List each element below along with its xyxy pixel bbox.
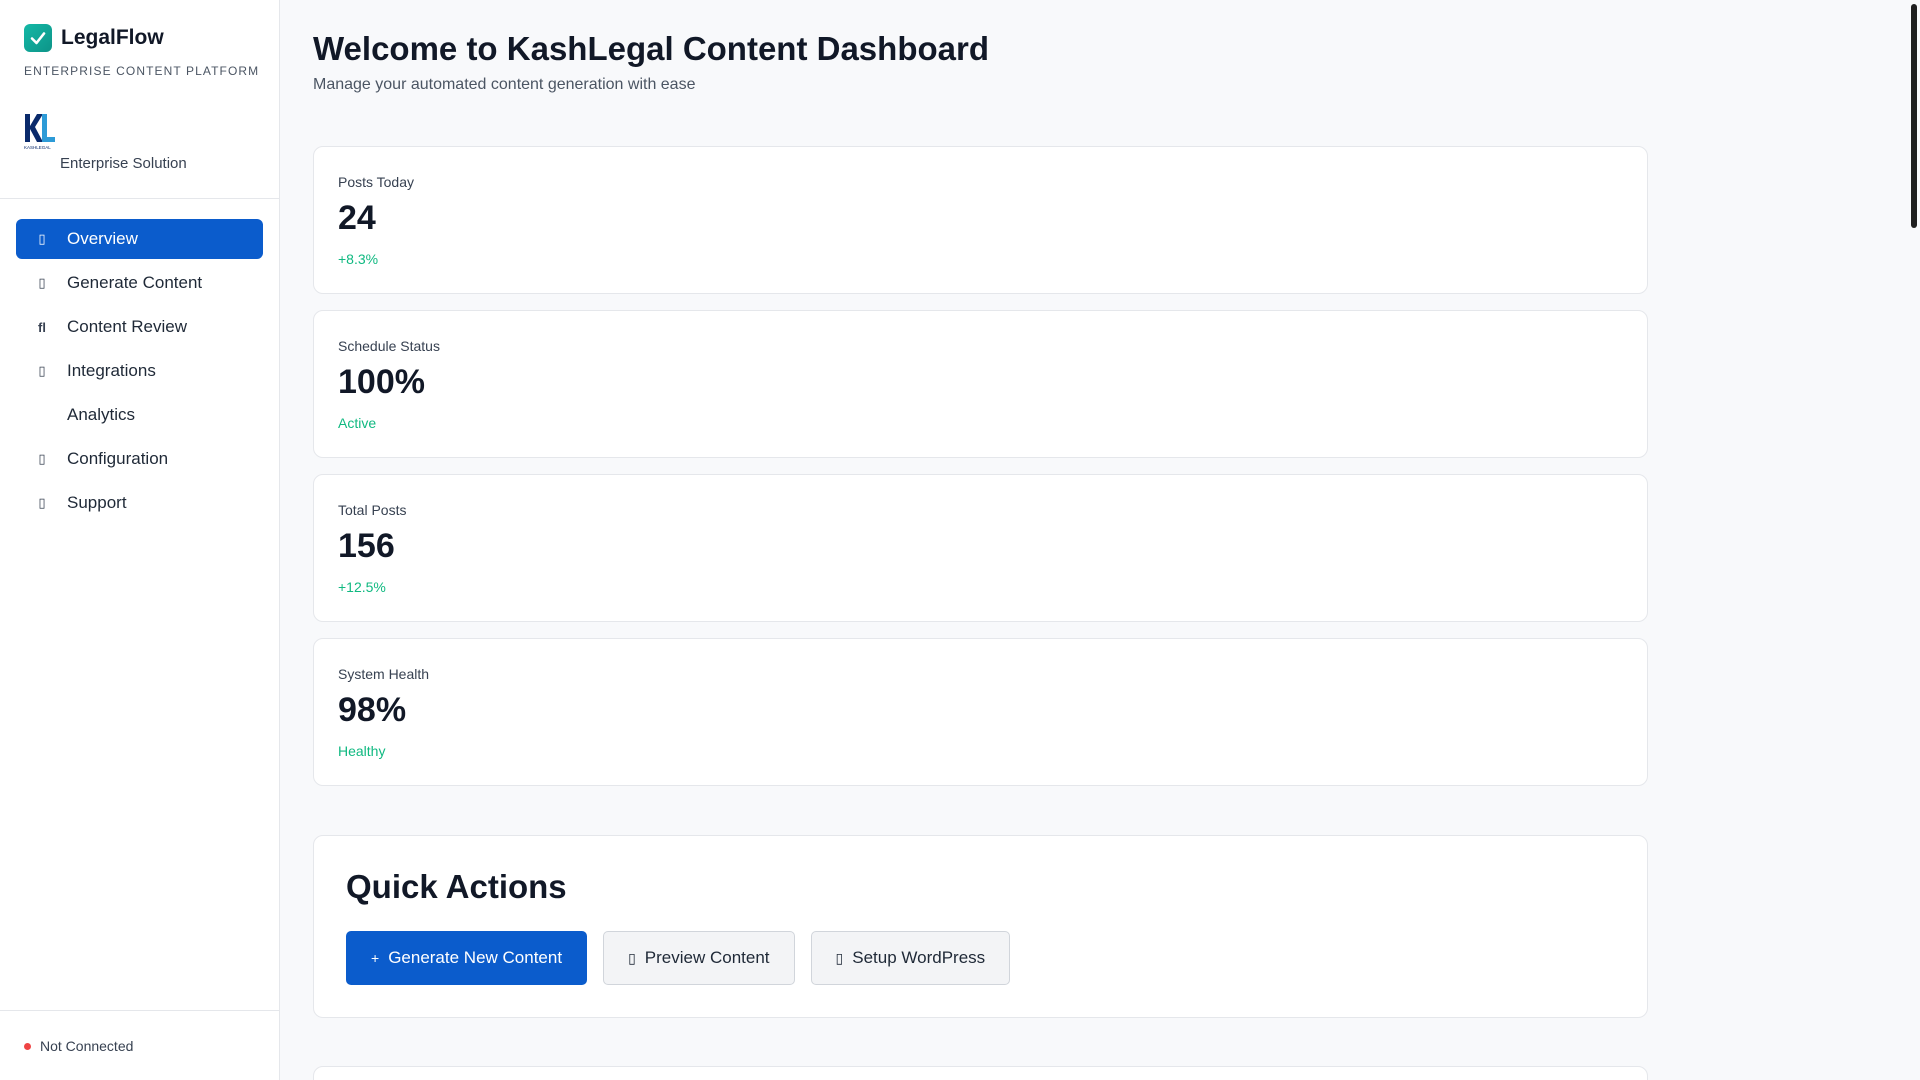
- status-dot-icon: [24, 1042, 31, 1050]
- preview-content-button[interactable]: ▯ Preview Content: [603, 931, 795, 985]
- brand[interactable]: LegalFlow: [24, 24, 164, 52]
- client-subtitle: Enterprise Solution: [60, 155, 187, 172]
- sidebar-item-configuration[interactable]: ▯ Configuration: [16, 439, 263, 479]
- sidebar-item-label: Configuration: [67, 449, 169, 468]
- stat-value: 100%: [338, 363, 425, 401]
- sidebar-item-overview[interactable]: ▯ Overview: [16, 219, 263, 259]
- plug-icon: ▯: [38, 363, 46, 378]
- stat-trend: Healthy: [338, 743, 386, 759]
- generate-new-content-button[interactable]: + Generate New Content: [346, 931, 588, 985]
- connection-status: Not Connected: [24, 1038, 133, 1054]
- sidebar-item-integrations[interactable]: ▯ Integrations: [16, 351, 263, 391]
- page-subtitle: Manage your automated content generation…: [313, 76, 696, 93]
- stat-value: 98%: [338, 691, 407, 729]
- wordpress-icon: ▯: [835, 949, 844, 966]
- sidebar-item-support[interactable]: ▯ Support: [16, 483, 263, 523]
- sidebar-nav: ▯ Overview ▯ Generate Content ﬂ Content …: [16, 219, 263, 527]
- brand-name: LegalFlow: [61, 26, 164, 49]
- sidebar-footer-divider: [0, 1010, 279, 1011]
- review-icon: ﬂ: [38, 319, 46, 335]
- quick-actions-title: Quick Actions: [346, 868, 567, 905]
- stat-card-total-posts: Total Posts 156 +12.5%: [313, 474, 1648, 622]
- stat-label: Posts Today: [338, 174, 415, 190]
- stat-card-system-health: System Health 98% Healthy: [313, 638, 1648, 786]
- sidebar-item-label: Overview: [67, 229, 138, 248]
- stat-label: System Health: [338, 666, 430, 682]
- check-logo-icon: [24, 24, 52, 52]
- brand-subtitle: ENTERPRISE CONTENT PLATFORM: [24, 64, 260, 78]
- help-icon: ▯: [38, 495, 46, 510]
- sidebar-item-label: Content Review: [67, 317, 188, 336]
- stat-card-schedule-status: Schedule Status 100% Active: [313, 310, 1648, 458]
- stat-trend: Active: [338, 415, 377, 431]
- stat-label: Schedule Status: [338, 338, 440, 354]
- connection-status-text: Not Connected: [40, 1038, 134, 1054]
- stat-label: Total Posts: [338, 502, 407, 518]
- setup-wordpress-button[interactable]: ▯ Setup WordPress: [810, 931, 1011, 985]
- page-title: Welcome to KashLegal Content Dashboard: [313, 30, 989, 67]
- button-label: Setup WordPress: [852, 948, 986, 967]
- sidebar-item-generate-content[interactable]: ▯ Generate Content: [16, 263, 263, 303]
- scrollbar-thumb[interactable]: [1911, 4, 1917, 228]
- sidebar-item-content-review[interactable]: ﬂ Content Review: [16, 307, 263, 347]
- grid-icon: ▯: [38, 231, 46, 246]
- client-logo: KASHLEGAL: [24, 114, 55, 150]
- quick-actions-buttons: + Generate New Content ▯ Preview Content…: [346, 931, 1026, 985]
- scrollbar[interactable]: [1908, 0, 1920, 1080]
- stat-card-posts-today: Posts Today 24 +8.3%: [313, 146, 1648, 294]
- quick-actions-card: Quick Actions + Generate New Content ▯ P…: [313, 835, 1648, 1018]
- gear-icon: ▯: [38, 451, 46, 466]
- plus-icon: +: [371, 950, 380, 966]
- button-label: Preview Content: [644, 948, 770, 967]
- next-section-card: [313, 1066, 1648, 1080]
- stat-value: 156: [338, 527, 395, 565]
- sidebar-item-label: Analytics: [67, 405, 136, 424]
- sidebar-item-analytics[interactable]: Analytics: [16, 395, 263, 435]
- stat-value: 24: [338, 199, 376, 237]
- button-label: Generate New Content: [388, 948, 563, 967]
- sidebar-item-label: Generate Content: [67, 273, 203, 292]
- stat-trend: +12.5%: [338, 579, 386, 595]
- pen-icon: ▯: [38, 275, 46, 290]
- client-logo-text: KASHLEGAL: [24, 145, 51, 150]
- sidebar: LegalFlow ENTERPRISE CONTENT PLATFORM KA…: [0, 0, 280, 1080]
- stat-trend: +8.3%: [338, 251, 379, 267]
- sidebar-divider: [0, 198, 279, 199]
- sidebar-item-label: Support: [67, 493, 127, 512]
- sidebar-item-label: Integrations: [67, 361, 156, 380]
- eye-icon: ▯: [628, 949, 636, 966]
